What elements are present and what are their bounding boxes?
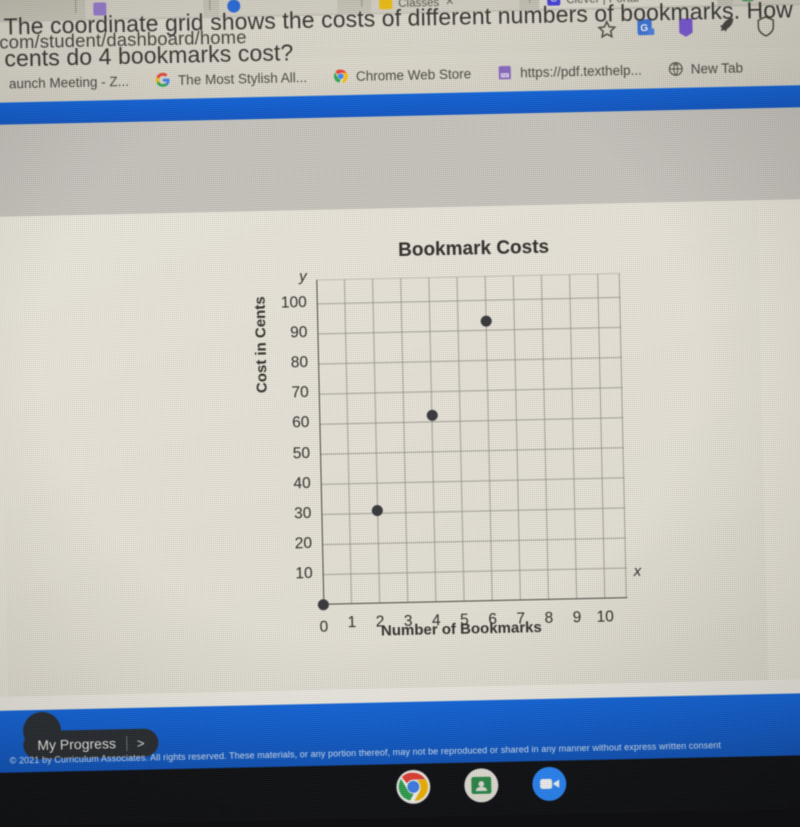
bookmark-label: The Most Stylish All... <box>177 69 308 88</box>
x-tick-label: 2 <box>375 613 385 631</box>
bookmark-item-pdf-texthelp[interactable]: PDF https://pdf.texthelp... <box>484 61 655 81</box>
chrome-icon[interactable] <box>395 769 431 805</box>
photographed-screen: Classes ✕ C Clever | Portal ✕ Mat y.com/… <box>0 0 800 827</box>
bookmark-label: aunch Meeting - Z... <box>8 73 130 91</box>
bookmark-item-zoom[interactable]: aunch Meeting - Z... <box>0 73 142 93</box>
y-tick-label: 60 <box>291 414 310 432</box>
y-tick-label: 50 <box>292 444 311 462</box>
pdf-icon: PDF <box>497 64 513 80</box>
x-tick-label: 8 <box>544 609 554 627</box>
y-tick-label: 70 <box>291 384 309 402</box>
origin-label: 0 <box>319 618 329 636</box>
x-tick-label: 4 <box>431 612 441 630</box>
svg-text:PDF: PDF <box>502 74 509 78</box>
bookmark-item-chrome-web-store[interactable]: Chrome Web Store <box>320 65 485 85</box>
y-tick-label: 10 <box>295 564 313 583</box>
y-tick-label: 80 <box>290 354 309 372</box>
bookmark-item-stylish[interactable]: The Most Stylish All... <box>142 69 320 89</box>
y-tick-label: 40 <box>293 474 311 493</box>
x-tick-label: 10 <box>596 608 614 626</box>
x-tick-label: 6 <box>488 610 498 629</box>
bookmark-label: https://pdf.texthelp... <box>520 62 642 80</box>
y-tick-label: 100 <box>280 294 307 312</box>
x-tick-label: 1 <box>347 614 357 632</box>
grid-svg <box>316 273 628 605</box>
y-tick-label: 30 <box>293 504 312 523</box>
y-axis-letter: y <box>299 268 307 286</box>
y-tick-label: 20 <box>294 534 313 553</box>
x-axis-letter: x <box>633 562 642 580</box>
bookmark-label: New Tab <box>690 59 744 77</box>
coordinate-grid-plot <box>316 273 628 605</box>
classroom-icon[interactable] <box>463 767 499 803</box>
y-tick-label: 90 <box>289 324 308 342</box>
google-icon <box>155 72 171 88</box>
bookmark-item-new-tab[interactable]: New Tab <box>655 59 757 77</box>
chevron-right-icon: > <box>125 734 155 751</box>
y-axis-label: Cost in Cents <box>251 296 271 394</box>
my-progress-label: My Progress <box>37 735 117 754</box>
x-tick-label: 9 <box>572 609 582 627</box>
x-tick-label: 7 <box>516 610 526 628</box>
x-tick-label: 3 <box>403 612 413 631</box>
bookmark-label: Chrome Web Store <box>355 65 472 84</box>
chrome-icon <box>333 68 349 84</box>
globe-icon <box>668 61 684 77</box>
zoom-icon <box>0 76 2 92</box>
zoom-icon[interactable] <box>531 766 567 802</box>
x-tick-label: 5 <box>459 611 469 629</box>
